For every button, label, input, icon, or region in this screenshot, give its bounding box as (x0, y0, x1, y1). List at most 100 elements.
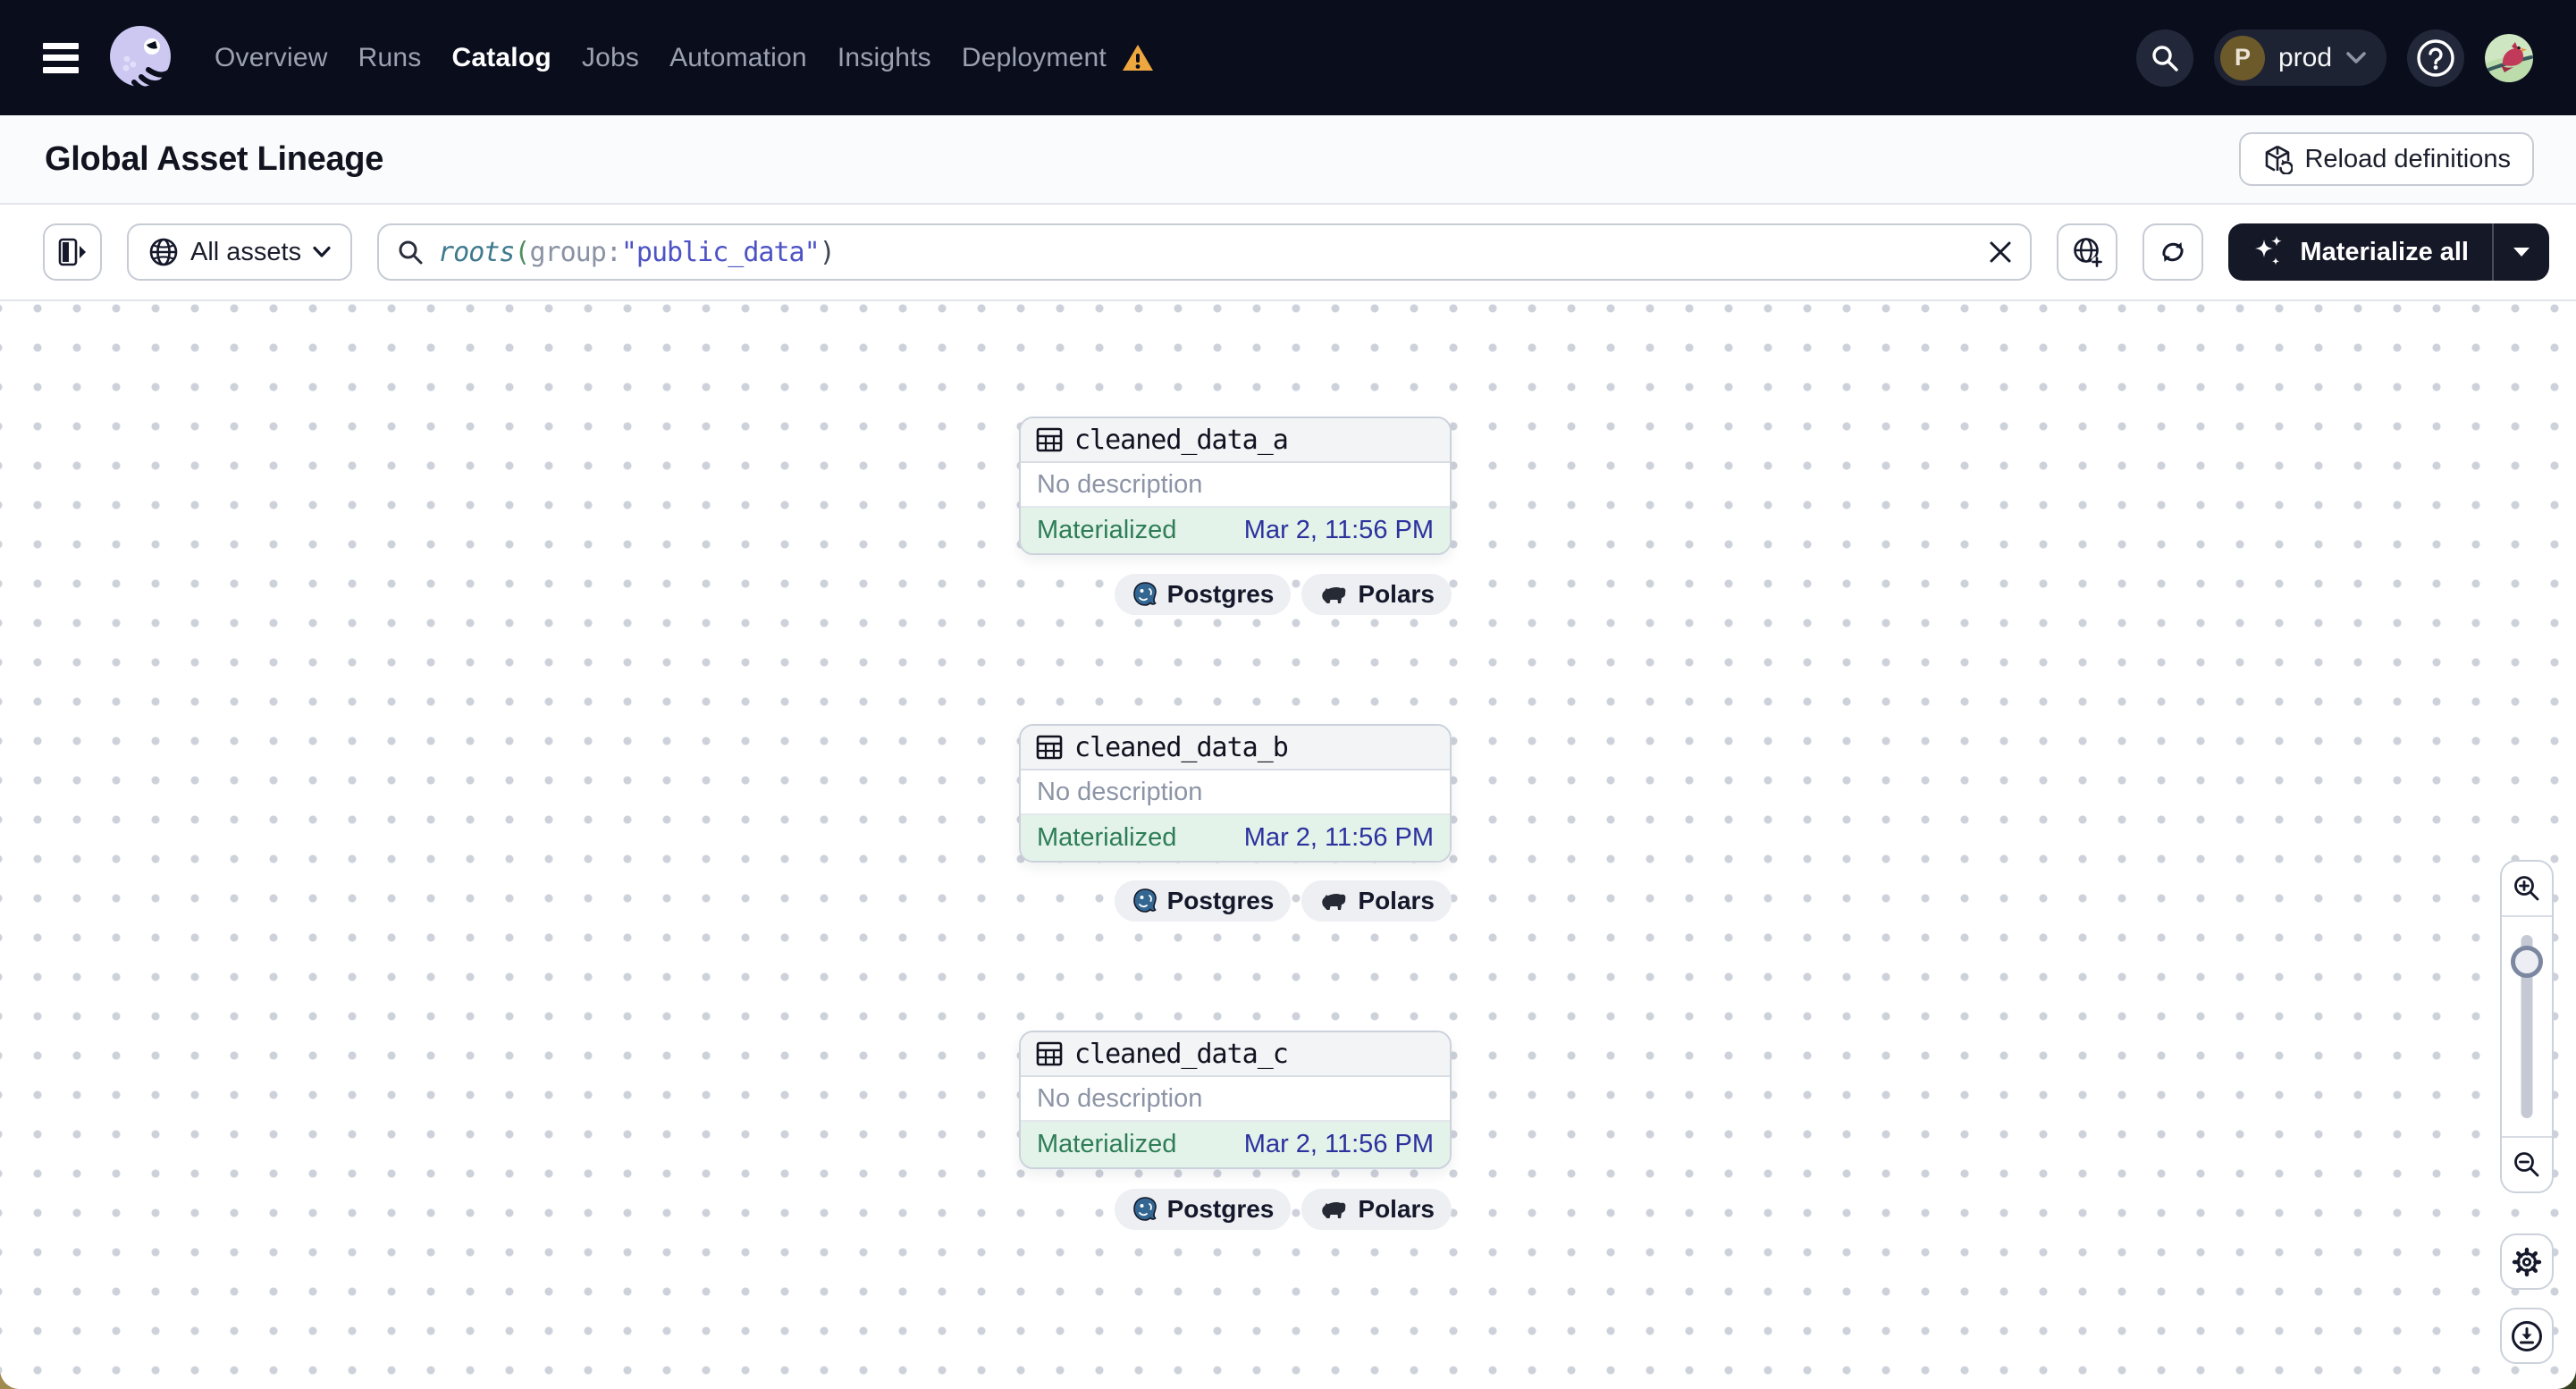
nav-item-deployment[interactable]: Deployment (962, 43, 1107, 73)
nav-item-automation[interactable]: Automation (669, 43, 807, 73)
top-nav: Overview Runs Catalog Jobs Automation In… (0, 0, 2576, 115)
table-icon (1036, 1041, 1063, 1066)
zoom-slider[interactable] (2502, 917, 2552, 1136)
nav-item-catalog[interactable]: Catalog (451, 43, 551, 73)
reload-definitions-label: Reload definitions (2304, 144, 2511, 173)
nav-item-insights[interactable]: Insights (838, 43, 931, 73)
deployment-name: prod (2277, 42, 2332, 72)
chevron-down-icon (2346, 51, 2366, 63)
asset-name: cleaned_data_b (1074, 731, 1289, 763)
graph-settings-button[interactable] (2500, 1233, 2554, 1290)
status-badge: Materialized (1037, 1130, 1177, 1158)
asset-node-cleaned_data_a[interactable]: cleaned_data_a No description Materializ… (1019, 417, 1452, 555)
asset-description: No description (1021, 1077, 1450, 1122)
tag-postgres[interactable]: Postgres (1114, 1189, 1292, 1230)
polars-icon (1322, 1202, 1346, 1218)
nav-right-cluster: P prod (2135, 29, 2533, 87)
lineage-toolbar: All assets roots(group:"public_data") Ma… (0, 205, 2576, 301)
status-badge: Materialized (1037, 823, 1177, 852)
asset-node-cleaned_data_b[interactable]: cleaned_data_b No description Materializ… (1019, 724, 1452, 863)
asset-description: No description (1021, 463, 1450, 508)
asset-status-row: Materialized Mar 2, 11:56 PM (1021, 1122, 1450, 1167)
asset-name: cleaned_data_c (1074, 1038, 1289, 1070)
asset-tags-row: Postgres Polars (1019, 1189, 1452, 1230)
materialization-timestamp[interactable]: Mar 2, 11:56 PM (1244, 823, 1434, 853)
zoom-in-button[interactable] (2502, 862, 2552, 917)
materialization-timestamp[interactable]: Mar 2, 11:56 PM (1244, 516, 1434, 545)
postgres-icon (1132, 888, 1157, 913)
tag-label: Postgres (1166, 1195, 1275, 1223)
help-icon (2417, 38, 2454, 77)
search-icon (2152, 45, 2178, 72)
clear-query-button[interactable] (1989, 240, 2012, 264)
asset-tags-row: Postgres Polars (1019, 880, 1452, 922)
status-badge: Materialized (1037, 516, 1177, 544)
tag-polars[interactable]: Polars (1301, 1189, 1452, 1230)
menu-icon[interactable] (43, 42, 79, 73)
materialize-options-button[interactable] (2494, 223, 2549, 281)
page-title: Global Asset Lineage (45, 139, 384, 178)
reload-definitions-button[interactable]: Reload definitions (2239, 132, 2534, 186)
user-avatar[interactable] (2485, 33, 2533, 82)
close-icon (1990, 241, 2011, 263)
zoom-out-button[interactable] (2502, 1136, 2552, 1191)
globe-icon (149, 238, 178, 266)
tag-polars[interactable]: Polars (1301, 880, 1452, 922)
postgres-icon (1132, 582, 1157, 606)
materialize-all-button[interactable]: Materialize all (2228, 223, 2492, 281)
download-icon (2512, 1320, 2542, 1351)
asset-node-header: cleaned_data_b (1021, 726, 1450, 770)
asset-scope-dropdown[interactable]: All assets (127, 223, 353, 281)
nav-item-overview[interactable]: Overview (215, 43, 328, 73)
zoom-out-icon (2514, 1152, 2539, 1177)
asset-tags-row: Postgres Polars (1019, 574, 1452, 615)
materialize-all-label: Materialize all (2300, 237, 2469, 266)
polars-icon (1322, 587, 1346, 603)
asset-node-header: cleaned_data_c (1021, 1032, 1450, 1077)
search-icon (399, 240, 423, 265)
download-graph-button[interactable] (2500, 1308, 2554, 1364)
materialization-timestamp[interactable]: Mar 2, 11:56 PM (1244, 1130, 1434, 1159)
deployment-switcher[interactable]: P prod (2213, 29, 2387, 86)
asset-status-row: Materialized Mar 2, 11:56 PM (1021, 508, 1450, 553)
deployment-initial-badge: P (2219, 35, 2265, 80)
tag-postgres[interactable]: Postgres (1114, 880, 1292, 922)
nav-item-jobs[interactable]: Jobs (582, 43, 639, 73)
nav-item-runs[interactable]: Runs (358, 43, 422, 73)
zoom-slider-handle[interactable] (2511, 946, 2543, 978)
deployment-warning-icon (1121, 43, 1155, 73)
refresh-button[interactable] (2142, 223, 2204, 281)
tag-label: Postgres (1166, 580, 1275, 608)
tag-polars[interactable]: Polars (1301, 574, 1452, 615)
panel-toggle-icon (58, 238, 86, 266)
open-panel-button[interactable] (43, 223, 102, 281)
tag-label: Postgres (1166, 887, 1275, 914)
tag-postgres[interactable]: Postgres (1114, 574, 1292, 615)
refresh-icon (2162, 242, 2184, 262)
help-button[interactable] (2407, 29, 2464, 87)
global-search-button[interactable] (2135, 29, 2193, 87)
asset-node-cleaned_data_c[interactable]: cleaned_data_c No description Materializ… (1019, 1031, 1452, 1169)
table-icon (1036, 427, 1063, 452)
asset-selection-input[interactable]: roots(group:"public_data") (377, 223, 2033, 281)
tag-label: Polars (1358, 887, 1435, 914)
asset-name: cleaned_data_a (1074, 424, 1289, 456)
reload-definitions-icon (2266, 145, 2294, 174)
dagster-logo-icon (107, 25, 173, 91)
asset-scope-label: All assets (190, 237, 302, 266)
chevron-down-icon (313, 246, 331, 257)
postgres-icon (1132, 1197, 1157, 1221)
page-header: Global Asset Lineage Reload definitions (0, 115, 2576, 205)
app-window: Overview Runs Catalog Jobs Automation In… (0, 0, 2576, 1389)
tag-label: Polars (1358, 1195, 1435, 1223)
asset-node-header: cleaned_data_a (1021, 418, 1450, 463)
nav-links: Overview Runs Catalog Jobs Automation In… (215, 43, 1155, 73)
polars-icon (1322, 894, 1346, 910)
sparkles-icon (2255, 236, 2283, 265)
asset-status-row: Materialized Mar 2, 11:56 PM (1021, 815, 1450, 861)
new-catalog-view-button[interactable] (2057, 223, 2118, 281)
zoom-in-icon (2514, 876, 2539, 901)
lineage-graph-canvas[interactable]: cleaned_data_a No description Materializ… (0, 301, 2576, 1389)
tag-label: Polars (1358, 580, 1435, 608)
caret-down-icon (2513, 248, 2530, 257)
